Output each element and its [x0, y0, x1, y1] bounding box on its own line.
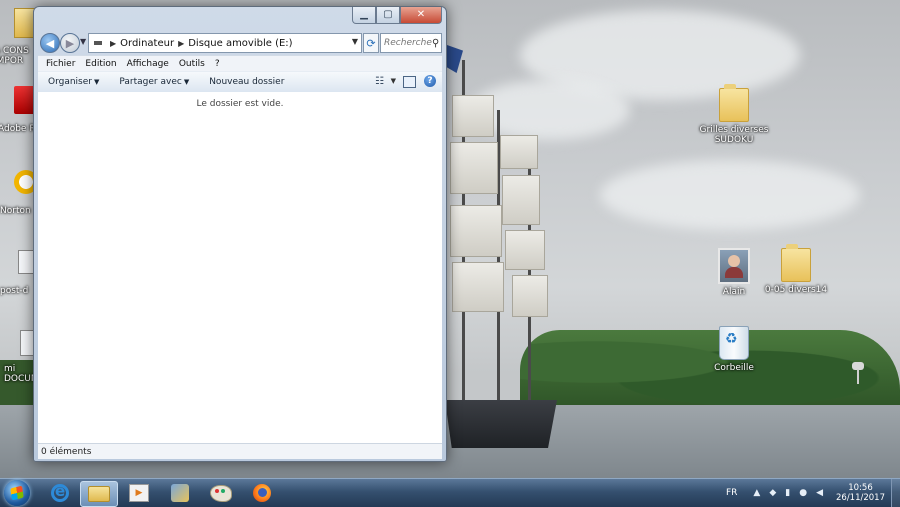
network-icon[interactable]: ▮: [785, 488, 790, 498]
media-player-button[interactable]: ▶: [121, 481, 157, 505]
volume-icon[interactable]: ◀: [816, 488, 823, 498]
address-bar[interactable]: ▶ Ordinateur ▶ Disque amovible (E:) ▼: [88, 33, 362, 53]
desktop-icon-recycle-bin[interactable]: Corbeille: [696, 326, 772, 373]
change-view-icon[interactable]: ☷: [375, 76, 384, 87]
drive-icon: [94, 41, 102, 45]
taskbar: ▶ FR ▲ ◆ ▮ ● ◀ 10:56 26/11/2017: [0, 478, 900, 507]
media-player-icon: ▶: [129, 484, 149, 502]
status-bar: 0 éléments: [38, 443, 442, 459]
tool-app-button[interactable]: [162, 481, 198, 505]
chevron-down-icon: ▼: [183, 78, 190, 86]
view-options-dropdown[interactable]: ▼: [391, 77, 396, 85]
desktop-icon-label: Alain: [722, 287, 746, 297]
chevron-right-icon[interactable]: ▶: [110, 39, 116, 48]
menu-view[interactable]: Affichage: [127, 59, 169, 69]
forward-button[interactable]: ▶: [60, 33, 80, 53]
paint-button[interactable]: [203, 481, 239, 505]
search-icon[interactable]: ⚲: [432, 38, 439, 49]
folder-icon: [719, 84, 749, 122]
address-dropdown-icon[interactable]: ▼: [352, 37, 358, 46]
minimize-button[interactable]: ▁: [352, 7, 376, 24]
clock[interactable]: 10:56 26/11/2017: [836, 483, 885, 503]
firefox-button[interactable]: [244, 481, 280, 505]
search-box[interactable]: ⚲: [380, 33, 442, 53]
system-tray: FR ▲ ◆ ▮ ● ◀ 10:56 26/11/2017: [726, 479, 900, 507]
command-bar: Organiser ▼ Partager avec ▼ Nouveau dossie…: [38, 71, 442, 93]
search-input[interactable]: [381, 38, 432, 48]
desktop-icon-divers-folder[interactable]: 0-05 divers14: [758, 244, 834, 295]
window-caption-buttons: ▁ ▢ ✕: [352, 7, 442, 24]
folder-icon: [781, 244, 811, 282]
recent-pages-dropdown[interactable]: ▼: [80, 37, 86, 46]
firefox-icon: [253, 484, 271, 502]
chevron-down-icon: ▼: [94, 78, 100, 86]
file-list-area[interactable]: Le dossier est vide.: [38, 92, 442, 443]
new-folder-button[interactable]: Nouveau dossier: [209, 77, 284, 87]
arrow-right-icon: ▶: [65, 36, 75, 50]
item-count: 0 éléments: [41, 446, 92, 457]
tool-icon: [171, 484, 189, 502]
desktop-icon-label: 0-05 divers14: [764, 285, 828, 295]
recycle-bin-icon: [719, 326, 749, 360]
organize-button[interactable]: Organiser ▼: [48, 77, 99, 87]
share-label: Partager avec: [119, 77, 182, 87]
clock-time: 10:56: [848, 483, 873, 493]
explorer-window: ▁ ▢ ✕ ◀ ▶ ▼ ▶ Ordinateur ▶ Disque amovib…: [33, 6, 447, 462]
tray-arrow-icon[interactable]: ▲: [753, 488, 760, 498]
user-avatar-icon: [718, 248, 750, 284]
chevron-right-icon[interactable]: ▶: [178, 39, 184, 48]
refresh-icon: ⟳: [366, 36, 376, 50]
start-button[interactable]: [4, 480, 30, 506]
internet-explorer-button[interactable]: [42, 481, 78, 505]
arrow-left-icon: ◀: [45, 36, 55, 50]
share-with-button[interactable]: Partager avec ▼: [119, 77, 189, 87]
back-button[interactable]: ◀: [40, 33, 60, 53]
show-desktop-button[interactable]: [891, 479, 900, 507]
windows-explorer-button[interactable]: [80, 481, 118, 507]
menu-edit[interactable]: Edition: [85, 59, 116, 69]
empty-folder-message: Le dossier est vide.: [196, 99, 284, 109]
navigation-row: ◀ ▶ ▼ ▶ Ordinateur ▶ Disque amovible (E:…: [38, 31, 442, 55]
clock-date: 26/11/2017: [836, 493, 885, 503]
refresh-button[interactable]: ⟳: [363, 33, 379, 53]
language-indicator[interactable]: FR: [726, 488, 737, 498]
menu-file[interactable]: Fichier: [46, 59, 75, 69]
help-icon[interactable]: ?: [424, 75, 436, 87]
maximize-button[interactable]: ▢: [376, 7, 400, 24]
desktop-icon-label: Grilles diverses SUDOKU: [699, 125, 769, 145]
menu-bar: Fichier Edition Affichage Outils ?: [38, 55, 442, 72]
desktop-icon-label: Corbeille: [714, 363, 754, 373]
breadcrumb-removable-disk[interactable]: Disque amovible (E:): [188, 38, 292, 49]
tray-status-icon[interactable]: ●: [799, 488, 807, 498]
desktop-icon-sudoku-folder[interactable]: Grilles diverses SUDOKU: [696, 84, 772, 145]
tray-shield-icon[interactable]: ◆: [769, 488, 776, 498]
menu-help[interactable]: ?: [215, 59, 220, 69]
close-button[interactable]: ✕: [400, 7, 442, 24]
organize-label: Organiser: [48, 77, 92, 87]
preview-pane-icon[interactable]: [403, 76, 416, 88]
windows-explorer-icon: [88, 486, 110, 502]
paint-icon: [210, 484, 232, 502]
breadcrumb-computer[interactable]: Ordinateur: [120, 38, 174, 49]
internet-explorer-icon: [51, 482, 69, 502]
menu-tools[interactable]: Outils: [179, 59, 205, 69]
